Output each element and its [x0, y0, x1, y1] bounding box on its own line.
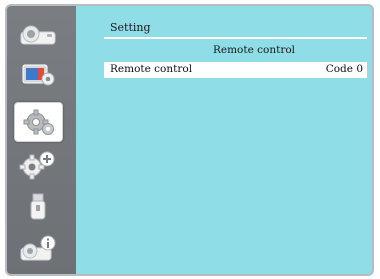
display-settings-icon — [22, 64, 54, 86]
sidebar-item-display[interactable] — [16, 58, 59, 92]
submenu-title: Remote control — [212, 44, 296, 56]
projector-icon — [20, 25, 55, 45]
menu-title: Setting — [110, 21, 151, 34]
sidebar-item-usb[interactable] — [16, 190, 59, 224]
title-divider — [104, 37, 367, 39]
menu-sidebar — [7, 6, 76, 274]
osd-menu-window: Setting Remote control Remote control Co… — [5, 4, 374, 276]
gear-icon — [23, 109, 54, 135]
sidebar-item-setting[interactable] — [14, 102, 63, 142]
menu-content: Setting Remote control Remote control Co… — [76, 6, 372, 274]
projector-info-icon — [20, 235, 55, 261]
menu-row-value: Code 0 — [325, 63, 363, 75]
menu-row-label: Remote control — [110, 63, 193, 75]
gear-plus-icon — [19, 151, 54, 180]
sidebar-item-expanded-setting[interactable] — [16, 148, 59, 182]
sidebar-item-image[interactable] — [16, 18, 59, 52]
usb-drive-icon — [30, 193, 45, 220]
sidebar-item-information[interactable] — [16, 232, 59, 266]
menu-row-remote-control[interactable]: Remote control Code 0 — [104, 62, 367, 78]
